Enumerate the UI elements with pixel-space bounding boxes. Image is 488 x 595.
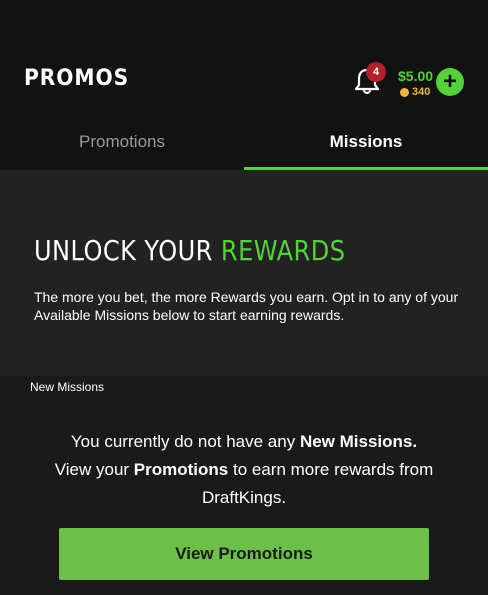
hero-title: UNLOCK YOUR REWARDS	[34, 234, 345, 267]
empty-text-2: View your	[54, 460, 134, 479]
crowns-balance: 340	[400, 86, 430, 98]
add-funds-button[interactable]: +	[436, 68, 464, 96]
balance-amount[interactable]: $5.00	[398, 68, 433, 84]
tab-missions[interactable]: Missions	[244, 114, 488, 170]
tab-bar: Promotions Missions	[0, 114, 488, 170]
empty-text-3: to earn more rewards from DraftKings.	[201, 460, 434, 507]
tab-promotions[interactable]: Promotions	[0, 114, 244, 170]
empty-bold-new-missions: New Missions.	[299, 432, 418, 451]
crown-coin-icon	[400, 87, 409, 97]
tab-missions-label: Missions	[329, 132, 403, 151]
empty-missions-message: You currently do not have any New Missio…	[30, 428, 458, 512]
empty-bold-promotions: Promotions	[133, 460, 229, 479]
app-header: PROMOS 4 $5.00 340 +	[0, 0, 488, 114]
rewards-hero: UNLOCK YOUR REWARDS The more you bet, th…	[0, 170, 488, 376]
notification-badge: 4	[366, 62, 386, 82]
hero-title-prefix: UNLOCK YOUR	[34, 234, 221, 267]
view-promotions-button[interactable]: View Promotions	[59, 528, 429, 580]
hero-title-accent: REWARDS	[220, 234, 346, 267]
hero-description: The more you bet, the more Rewards you e…	[34, 289, 459, 323]
page-title: PROMOS	[24, 66, 130, 91]
empty-text-1: You currently do not have any	[70, 432, 300, 451]
crowns-value: 340	[412, 86, 431, 98]
section-label-new-missions: New Missions	[30, 380, 105, 394]
tab-promotions-label: Promotions	[79, 132, 165, 151]
